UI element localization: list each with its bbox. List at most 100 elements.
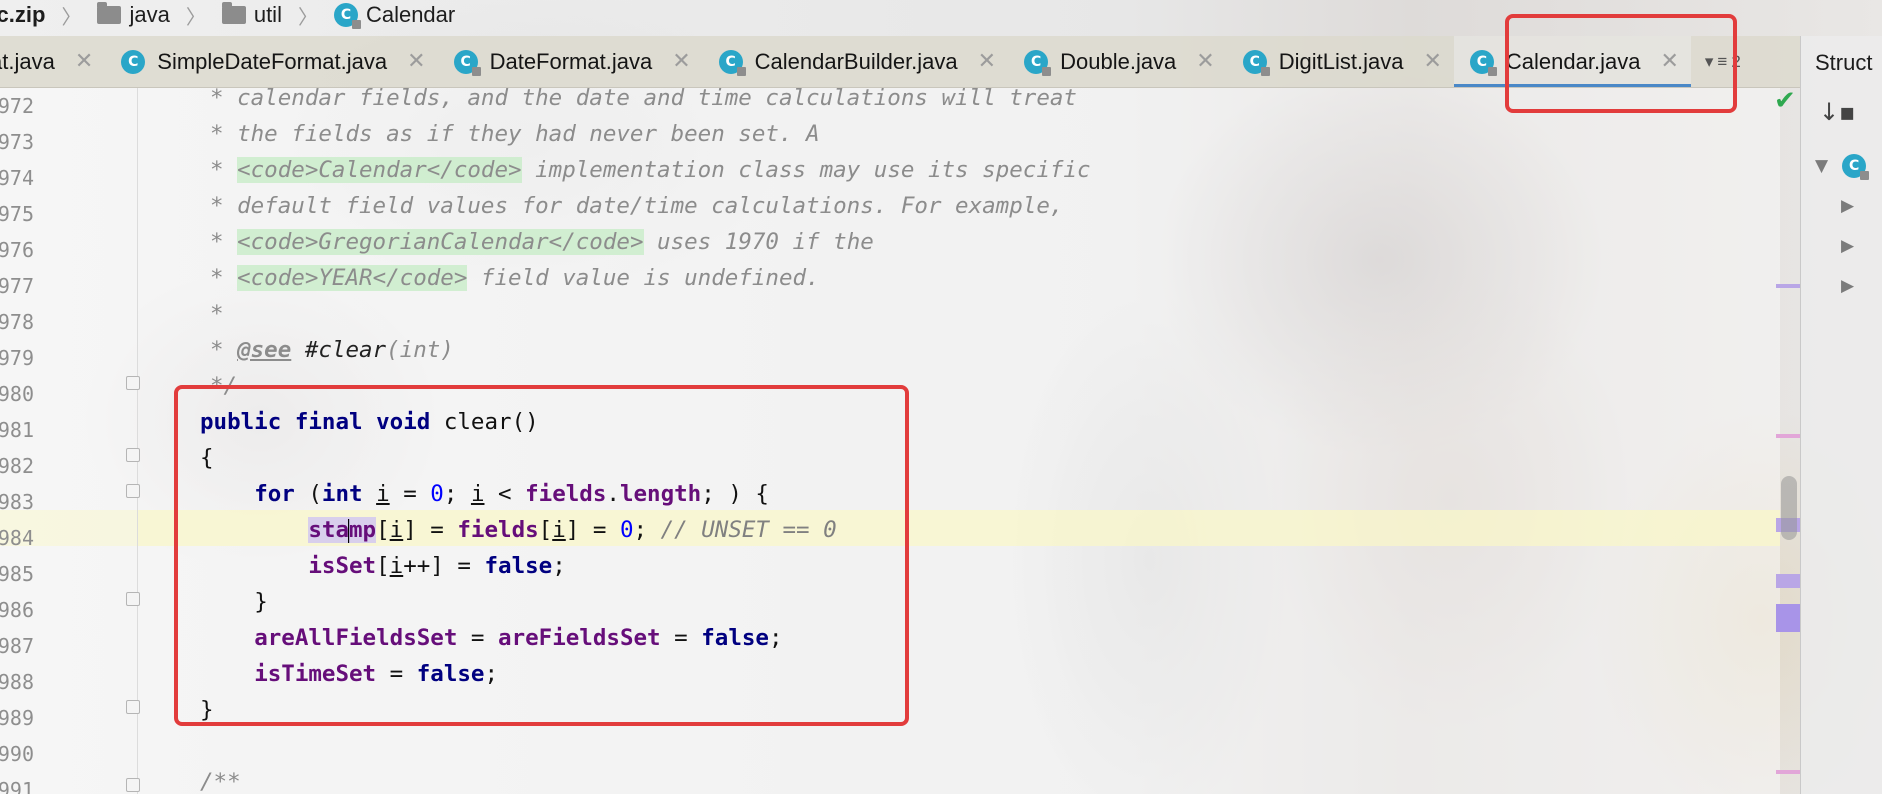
triangle-right-icon: ▶: [1841, 236, 1855, 256]
fold-marker-icon[interactable]: [126, 592, 140, 606]
comment-star: *: [210, 85, 224, 111]
breadcrumb-label: rc.zip: [0, 2, 46, 27]
line-number: 974: [0, 166, 34, 190]
triangle-right-icon: ▶: [1841, 276, 1855, 296]
javadoc-see-tag: @see: [237, 337, 292, 363]
line-number: 990: [0, 742, 34, 766]
code-line-991: /**: [200, 764, 241, 794]
code-line-979: * @see #clear(int): [210, 332, 454, 368]
class-icon: C: [1842, 154, 1870, 180]
folder-icon: [97, 2, 122, 24]
close-icon[interactable]: ✕: [1196, 49, 1214, 74]
close-icon[interactable]: ✕: [1423, 49, 1441, 74]
comment-start: /**: [200, 769, 241, 794]
tab-label: DigitList.java: [1278, 48, 1404, 74]
structure-panel: Struct ↓▪ ↓ ▼ C ▶ ▶ ▶: [1800, 36, 1882, 794]
structure-tree-item[interactable]: ▶: [1841, 196, 1854, 216]
code-line-976: * <code>GregorianCalendar</code> uses 19…: [210, 224, 874, 260]
close-icon[interactable]: ✕: [407, 49, 425, 74]
comment-star: *: [210, 121, 224, 147]
breadcrumb-item-calendar[interactable]: C Calendar: [333, 2, 456, 29]
stripe-marker[interactable]: [1776, 604, 1800, 632]
code-identifier: GregorianCalendar: [318, 229, 549, 255]
comment-text: calendar fields, and the date and time c…: [237, 85, 1077, 111]
html-tag: </code>: [426, 157, 522, 183]
breadcrumb-label: util: [253, 2, 282, 27]
html-tag: <code>: [237, 157, 319, 183]
stripe-marker[interactable]: [1776, 770, 1800, 774]
class-icon: C: [453, 49, 481, 76]
stripe-marker[interactable]: [1776, 284, 1800, 288]
comment-text: uses 1970 if the: [643, 229, 874, 255]
tab-digitlist[interactable]: C DigitList.java ✕: [1227, 36, 1454, 87]
code-line-973: * the fields as if they had never been s…: [210, 116, 820, 152]
line-number: 972: [0, 94, 34, 118]
comment-text: the fields as if they had never been set…: [237, 121, 820, 147]
line-number: 973: [0, 130, 34, 154]
breadcrumb-label: java: [129, 2, 170, 27]
line-number: 988: [0, 670, 34, 694]
html-tag: <code>: [237, 265, 319, 291]
triangle-right-icon: ▶: [1841, 196, 1855, 216]
fold-marker-icon[interactable]: [126, 376, 140, 390]
comment-text: (int): [386, 337, 454, 363]
comment-text: implementation class may use its specifi…: [521, 157, 1091, 183]
structure-toolbar: ↓▪ ↓: [1819, 98, 1882, 126]
breadcrumb-item-archive[interactable]: rc.zip: [0, 2, 45, 28]
tab-label: at.java: [0, 48, 55, 74]
line-number: 989: [0, 706, 34, 730]
code-identifier: Calendar: [318, 157, 427, 183]
tab-label: DateFormat.java: [489, 48, 653, 74]
breadcrumb-item-util[interactable]: util: [221, 2, 282, 28]
scrollbar-thumb[interactable]: [1781, 476, 1797, 540]
fold-marker-icon[interactable]: [126, 778, 140, 792]
stripe-marker[interactable]: [1776, 434, 1800, 438]
folder-icon: [221, 2, 246, 24]
editor-gutter: 972 973 974 975 976 977 978 979 980 981 …: [0, 88, 140, 794]
breadcrumb-item-java[interactable]: java: [97, 2, 170, 28]
close-icon[interactable]: ✕: [978, 49, 996, 74]
close-icon[interactable]: ✕: [672, 49, 690, 74]
sort-by-visibility-icon[interactable]: ↓▪: [1819, 98, 1855, 126]
line-number: 986: [0, 598, 34, 622]
stripe-marker[interactable]: [1776, 574, 1800, 588]
structure-tree-item[interactable]: ▶: [1841, 236, 1854, 256]
chevron-right-icon: 〉: [61, 6, 82, 29]
line-number: 984: [0, 526, 34, 550]
fold-marker-icon[interactable]: [126, 448, 140, 462]
chevron-right-icon: 〉: [297, 6, 318, 29]
tab-format[interactable]: at.java ✕: [0, 36, 105, 87]
structure-tree-item[interactable]: ▶: [1841, 276, 1854, 296]
comment-star: *: [210, 265, 224, 291]
tab-label: SimpleDateFormat.java: [157, 48, 388, 74]
structure-panel-title: Struct: [1815, 50, 1873, 75]
line-number: 979: [0, 346, 34, 370]
code-line-977: * <code>YEAR</code> field value is undef…: [210, 260, 820, 296]
comment-star: *: [210, 193, 224, 219]
breadcrumb-label: Calendar: [365, 2, 456, 27]
html-tag: </code>: [372, 265, 468, 291]
line-number: 985: [0, 562, 34, 586]
comment-text: default field values for date/time calcu…: [237, 193, 1064, 219]
close-icon[interactable]: ✕: [75, 49, 93, 74]
line-number: 976: [0, 238, 34, 262]
class-icon: C: [718, 49, 746, 76]
comment-star: *: [210, 157, 224, 183]
tab-label: CalendarBuilder.java: [754, 48, 958, 74]
fold-marker-icon[interactable]: [126, 484, 140, 498]
line-number: 980: [0, 382, 34, 406]
fold-marker-icon[interactable]: [126, 700, 140, 714]
javadoc-reference[interactable]: #clear: [305, 337, 386, 363]
html-tag: <code>: [237, 229, 319, 255]
error-stripe[interactable]: [1776, 88, 1800, 794]
comment-star: *: [210, 301, 224, 327]
class-icon: C: [1469, 49, 1497, 76]
line-number: 983: [0, 490, 34, 514]
line-number: 981: [0, 418, 34, 442]
sort-alphabetically-icon[interactable]: ↓: [1877, 98, 1882, 126]
structure-tree-root[interactable]: ▼ C: [1815, 154, 1870, 180]
line-number: 978: [0, 310, 34, 334]
line-number: 977: [0, 274, 34, 298]
comment-text: field value is undefined.: [467, 265, 820, 291]
comment-star: *: [210, 337, 224, 363]
